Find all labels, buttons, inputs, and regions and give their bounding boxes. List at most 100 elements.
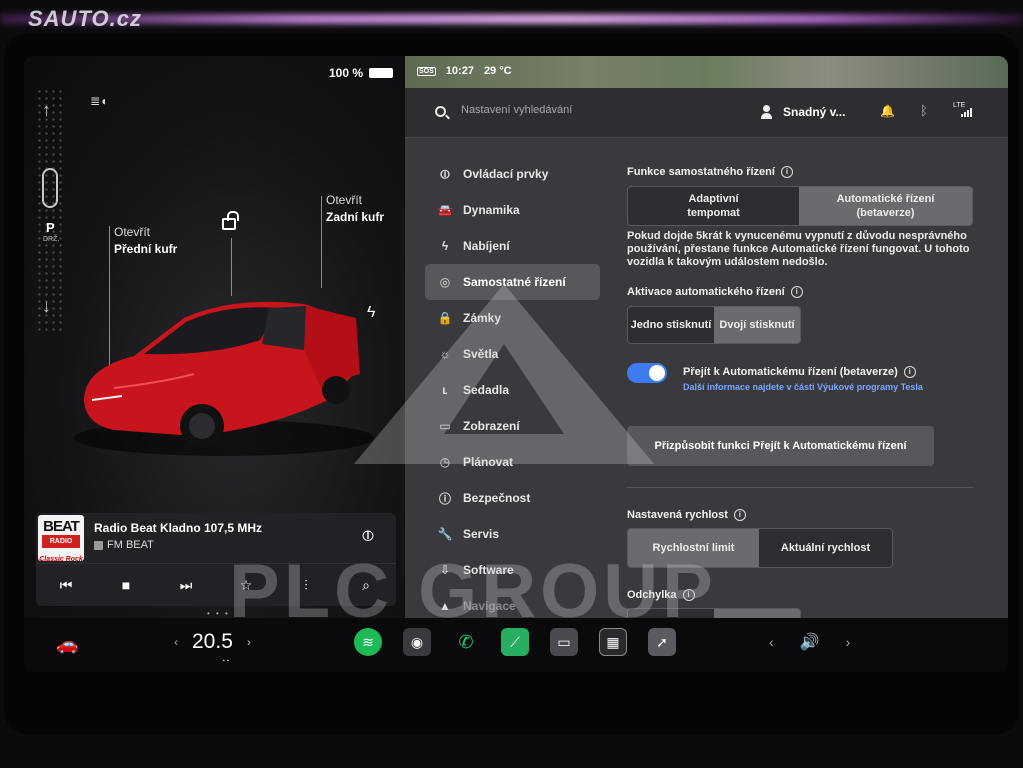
radio-source-icon[interactable]: ⦷ xyxy=(362,528,374,545)
driver-profile[interactable]: Snadný v... xyxy=(783,105,845,119)
funkce-title: Funkce samostatného řízení xyxy=(627,166,775,178)
rychlost-title: Nastavená rychlost xyxy=(627,509,728,521)
nav-item-dynamics[interactable]: 🚘 Dynamika xyxy=(425,192,600,228)
unlock-icon[interactable] xyxy=(222,211,239,230)
section-divider xyxy=(627,487,973,488)
nav-item-charging[interactable]: ϟ Nabíjení xyxy=(425,228,600,264)
station-title: Radio Beat Kladno 107,5 MHz xyxy=(94,521,263,535)
nav-label: Bezpečnost xyxy=(463,491,531,505)
volume-control: ‹ 🔊 › xyxy=(769,632,850,652)
wrench-icon: 🔧 xyxy=(437,527,453,541)
navigation-icon[interactable]: ➚ xyxy=(648,628,676,656)
nav-label: Ovládací prvky xyxy=(463,167,549,181)
option-label: Adaptivní xyxy=(688,193,739,205)
user-icon[interactable] xyxy=(761,105,772,119)
temp-down-arrow[interactable]: ‹ xyxy=(174,635,178,649)
option-label: Automatické řízení xyxy=(836,193,935,205)
volume-down-arrow[interactable]: ‹ xyxy=(769,634,774,650)
settings-topbar: Snadný v... 🔔 ᛒ LTE xyxy=(405,88,1008,138)
info-icon[interactable]: i xyxy=(733,509,746,521)
fan-icon: ◔◔ xyxy=(221,658,230,665)
stop-icon[interactable]: ■ xyxy=(111,577,141,593)
info-icon[interactable]: i xyxy=(780,166,793,178)
nav-label: Nabíjení xyxy=(463,239,510,253)
rychlost-heading: Nastavená rychlost i xyxy=(627,509,746,521)
car-icon: 🚘 xyxy=(437,203,453,217)
phone-icon[interactable]: ✆ xyxy=(452,628,480,656)
autosteer-transition-text: Přejít k Automatickému řízení (betaverze… xyxy=(683,366,923,392)
nav-item-safety[interactable]: ⓘ Bezpečnost xyxy=(425,480,600,516)
gear-down-arrow-icon[interactable]: ↓ xyxy=(42,296,51,317)
gear-indicator: P xyxy=(46,220,55,235)
frunk-action: Otevřít xyxy=(114,225,151,239)
media-pager[interactable]: • • • xyxy=(207,609,230,618)
strike-warning: Pokud dojde 5krát k vynucenému vypnutí z… xyxy=(627,230,970,268)
bell-icon[interactable]: 🔔 xyxy=(880,104,895,118)
cabin-temperature[interactable]: 20.5 xyxy=(192,630,233,654)
info-icon: ⓘ xyxy=(438,491,451,506)
bottom-dock: 🚗 ‹ 20.5 › ◔◔ ≋ ◉ ✆ ⟋ ▭ ▦ ➚ ‹ 🔊 › xyxy=(24,618,1008,672)
temp-up-arrow[interactable]: › xyxy=(247,635,251,649)
car-controls-icon[interactable]: 🚗 xyxy=(56,634,78,655)
app-dock: ≋ ◉ ✆ ⟋ ▭ ▦ ➚ xyxy=(354,628,676,656)
car-3d-model xyxy=(74,301,374,456)
station-subtitle: FM BEAT xyxy=(94,539,154,551)
volume-up-arrow[interactable]: › xyxy=(846,634,851,650)
tesla-tutorials-link[interactable]: Další informace najdete v části Výukové … xyxy=(683,382,923,392)
open-frunk-button[interactable]: Otevřít Přední kufr xyxy=(114,224,177,258)
car-visualization-pane: 100 % ≣◖ ↑ P DRŽ. ↓ Otevřít Přední kufr … xyxy=(24,56,405,618)
customize-autosteer-button[interactable]: Přizpůsobit funkci Přejít k Automatickém… xyxy=(627,426,934,466)
glovebox-icon[interactable]: ▭ xyxy=(550,628,578,656)
battery-percent: 100 % xyxy=(329,66,364,80)
app-launcher-icon[interactable]: ▦ xyxy=(599,628,627,656)
bluetooth-icon[interactable]: ᛒ xyxy=(920,103,928,118)
station-logo-radio: RADIO xyxy=(42,535,80,548)
previous-icon[interactable]: ⏮ xyxy=(51,577,81,594)
outside-temperature: 29 °C xyxy=(483,65,512,77)
bolt-icon: ϟ xyxy=(441,239,449,253)
station-logo: BEAT RADIO Classic Rock xyxy=(38,515,84,563)
option-autosteer[interactable]: Automatické řízení (betaverze) xyxy=(799,187,972,225)
frunk-label: Přední kufr xyxy=(114,242,178,256)
ambient-light-strip xyxy=(0,14,1023,24)
option-double-press[interactable]: Dvojí stisknutí xyxy=(714,307,800,343)
sauto-watermark: SAUTO.cz xyxy=(28,6,142,31)
nav-item-service[interactable]: 🔧 Servis xyxy=(425,516,600,552)
open-trunk-button[interactable]: Otevřít Zadní kufr xyxy=(326,192,384,226)
gear-hold-label: DRŽ. xyxy=(43,236,60,243)
battery-indicator: 100 % xyxy=(329,66,394,80)
search-icon xyxy=(435,106,446,117)
headlight-icon[interactable]: ≣◖ xyxy=(90,94,107,108)
spotify-icon[interactable]: ≋ xyxy=(354,628,382,656)
fm-icon xyxy=(94,540,103,550)
option-adaptive-cruise[interactable]: Adaptivní tempomat xyxy=(628,187,799,225)
next-icon[interactable]: ⏭ xyxy=(171,577,201,594)
climate-control: ‹ 20.5 › ◔◔ xyxy=(174,630,251,665)
trunk-callout-line xyxy=(321,196,322,288)
trunk-action: Otevřít xyxy=(326,193,363,207)
energy-icon[interactable]: ⟋ xyxy=(501,628,529,656)
nav-label: Dynamika xyxy=(463,203,520,217)
touchscreen: 100 % ≣◖ ↑ P DRŽ. ↓ Otevřít Přední kufr … xyxy=(24,56,1008,672)
speaker-icon[interactable]: 🔊 xyxy=(800,632,820,652)
sos-icon[interactable]: SOS xyxy=(417,66,436,76)
clock: 10:27 xyxy=(445,65,474,77)
station-logo-text: BEAT xyxy=(43,518,80,535)
trunk-label: Zadní kufr xyxy=(326,210,385,224)
autosteer-transition-heading: Přejít k Automatickému řízení (betaverze… xyxy=(683,366,923,378)
info-icon[interactable]: i xyxy=(903,366,916,378)
settings-search-input[interactable] xyxy=(461,104,711,116)
toggle-icon: ⏼ xyxy=(440,166,450,181)
signal-icon xyxy=(961,108,972,117)
funkce-heading: Funkce samostatného řízení i xyxy=(627,166,793,178)
nav-item-controls[interactable]: ⏼ Ovládací prvky xyxy=(425,156,600,192)
gear-up-arrow-icon[interactable]: ↑ xyxy=(42,100,51,121)
option-current-speed[interactable]: Aktuální rychlost xyxy=(759,529,892,567)
status-bar: SOS 10:27 29 °C xyxy=(417,65,512,77)
option-label: tempomat xyxy=(687,207,740,219)
plc-group-logo-watermark xyxy=(354,284,654,464)
camera-icon[interactable]: ◉ xyxy=(403,628,431,656)
nav-label: Servis xyxy=(463,527,500,541)
info-icon[interactable]: i xyxy=(790,286,803,298)
station-band: FM BEAT xyxy=(107,539,154,551)
